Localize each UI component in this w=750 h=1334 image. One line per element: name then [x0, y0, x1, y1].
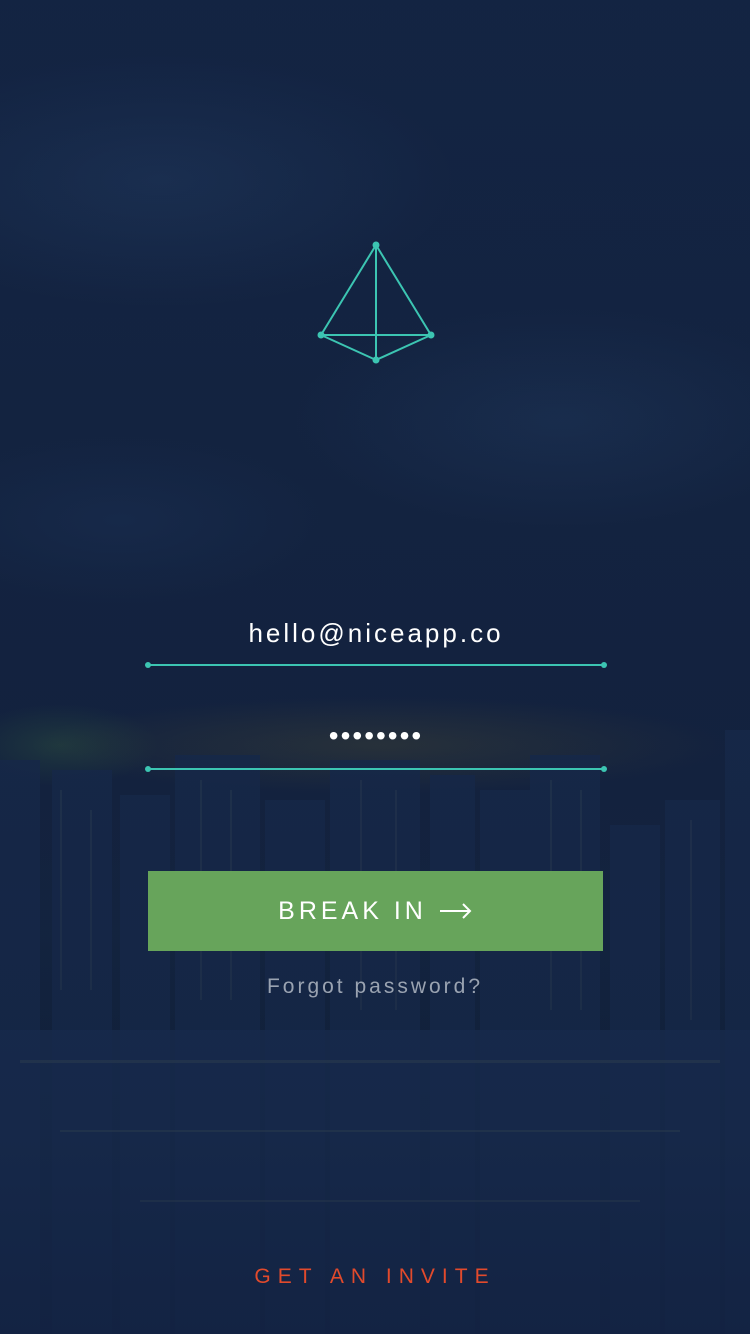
pyramid-icon: [317, 241, 435, 364]
password-value[interactable]: ••••••••: [146, 720, 606, 752]
password-field[interactable]: ••••••••: [145, 714, 607, 776]
get-an-invite-link[interactable]: GET AN INVITE: [0, 1265, 750, 1289]
password-underline: [145, 766, 607, 772]
break-in-button[interactable]: BREAK IN: [148, 871, 603, 951]
email-field[interactable]: hello@niceapp.co: [145, 610, 607, 672]
break-in-label: BREAK IN: [278, 896, 427, 925]
arrow-right-icon: [439, 903, 472, 919]
email-value[interactable]: hello@niceapp.co: [146, 618, 606, 649]
forgot-password-link[interactable]: Forgot password?: [0, 975, 750, 999]
email-underline: [145, 662, 607, 668]
